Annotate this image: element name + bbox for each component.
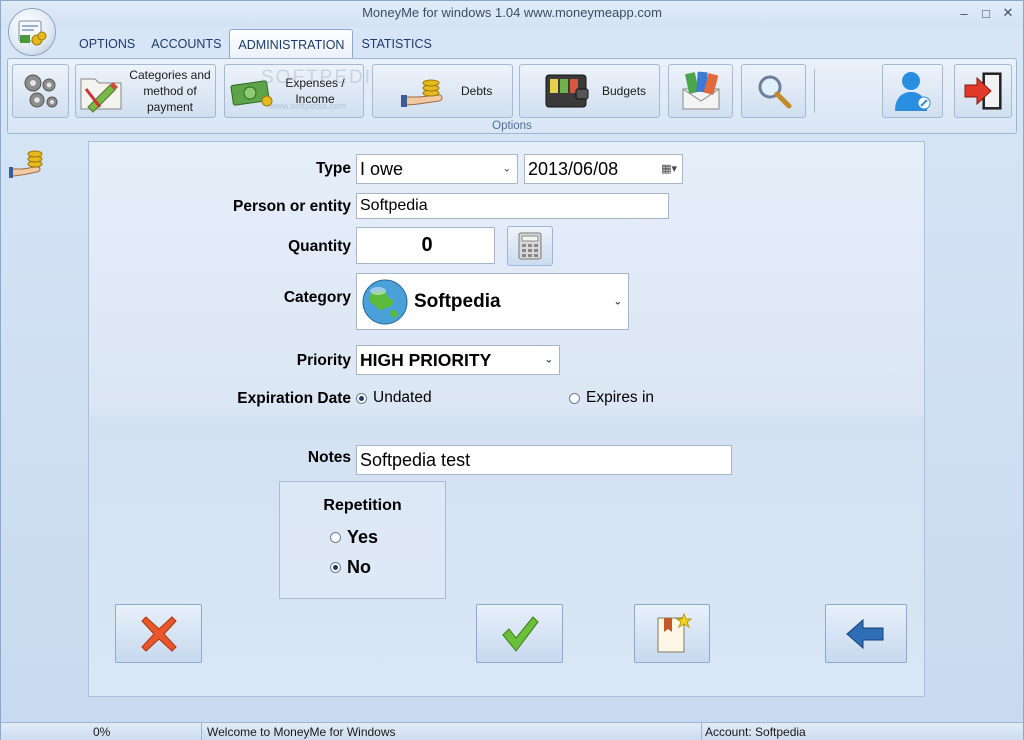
type-label: Type [315,160,351,177]
notes-input[interactable]: Softpedia test [356,445,732,475]
save-button[interactable] [476,604,563,663]
user-button[interactable] [882,64,943,118]
priority-select[interactable]: HIGH PRIORITY ⌄ [356,345,560,375]
app-menu-button[interactable] [8,8,56,56]
note-star-icon [657,612,692,652]
calculator-icon [518,232,542,260]
search-icon [758,75,791,109]
undated-label: Undated [373,389,432,406]
status-separator [201,723,202,740]
quantity-label: Quantity [288,238,351,255]
globe-icon [362,279,408,324]
expires-in-radio[interactable]: Expires in [569,389,654,407]
window-title: MoneyMe for windows 1.04 www.moneymeapp.… [362,5,662,20]
budgets-button[interactable]: Budgets [519,64,660,118]
chevron-down-icon: ⌄ [613,296,622,307]
expenses-income-label: Expenses / Income [285,76,345,106]
category-value: Softpedia [414,290,501,312]
tab-administration[interactable]: ADMINISTRATION [229,29,354,59]
tab-accounts[interactable]: ACCOUNTS [143,29,229,59]
cancel-button[interactable] [115,604,202,663]
category-select[interactable]: Softpedia ⌄ [356,273,629,330]
status-message: Welcome to MoneyMe for Windows [207,725,396,739]
repetition-no-label: No [347,557,371,577]
progress-text: 0% [93,725,111,739]
repetition-no-radio[interactable]: No [330,557,371,578]
ribbon-options: Categories and method of payment Expense… [7,58,1017,134]
type-value: I owe [360,158,404,179]
calculator-button[interactable] [507,226,553,266]
person-label: Person or entity [233,198,351,215]
status-account: Account: Softpedia [705,725,806,739]
app-logo-icon [18,20,47,46]
budgets-label: Budgets [602,84,647,98]
radio-selected-icon [356,392,367,404]
minimize-button[interactable]: ‒ [955,4,973,22]
chevron-down-icon: ⌄ [544,354,553,366]
close-button[interactable]: ✕ [999,4,1017,22]
ribbon-separator [814,69,815,113]
bills-envelope-icon [682,71,719,110]
quantity-input[interactable]: 0 [356,227,495,264]
debts-side-icon [9,147,53,186]
back-button[interactable] [825,604,907,663]
arrow-left-icon [846,618,884,649]
exit-button[interactable] [954,64,1012,118]
status-separator [701,723,702,740]
title-bar: MoneyMe for windows 1.04 www.moneymeapp.… [1,1,1023,27]
search-button[interactable] [741,64,806,118]
checkmark-icon [501,615,539,652]
priority-label: Priority [296,352,351,369]
settings-button[interactable] [12,64,69,118]
maximize-button[interactable]: □ [977,4,995,22]
undated-radio[interactable]: Undated [356,389,432,407]
expiration-label: Expiration Date [237,390,351,407]
ribbon-group-label: Options [492,120,532,132]
wallet-icon [545,74,589,108]
status-bar: 0% Welcome to MoneyMe for Windows Accoun… [1,722,1023,740]
gears-icon [24,74,57,108]
calendar-dropdown-icon[interactable]: ▦▾ [661,162,677,175]
money-icon [230,80,273,107]
exit-door-icon [964,72,1002,110]
priority-value: HIGH PRIORITY [360,349,492,370]
bills-button[interactable] [668,64,733,118]
new-note-button[interactable] [634,604,710,663]
date-picker[interactable]: 2013/06/08 ▦▾ [524,154,683,184]
tab-options[interactable]: OPTIONS [71,29,143,59]
expires-in-label: Expires in [586,389,655,406]
chevron-down-icon: ⌄ [502,163,511,175]
repetition-label: Repetition [323,497,402,514]
date-value: 2013/06/08 [528,158,619,179]
radio-empty-icon [330,532,341,543]
category-label: Category [283,289,351,306]
type-select[interactable]: I owe ⌄ [356,154,518,184]
repetition-yes-radio[interactable]: Yes [330,527,378,548]
categories-button[interactable]: Categories and method of payment [75,64,216,118]
debts-label: Debts [461,84,493,98]
app-window: MoneyMe for windows 1.04 www.moneymeapp.… [0,0,1024,740]
repetition-yes-label: Yes [347,527,379,547]
person-input[interactable]: Softpedia [356,193,669,219]
user-icon [894,72,930,111]
debts-button[interactable]: Debts [372,64,513,118]
radio-selected-icon [330,562,341,573]
cross-icon [140,615,177,652]
tab-statistics[interactable]: STATISTICS [353,29,439,59]
repetition-group: Repetition Yes No [279,481,446,599]
radio-empty-icon [569,392,580,404]
categories-label: Categories and method of payment [129,68,211,114]
expenses-income-button[interactable]: Expenses / Income SOFTPEDIA www.softpedi… [224,64,385,118]
main-tabs: OPTIONS ACCOUNTS ADMINISTRATION STATISTI… [71,29,440,59]
folder-pencil-icon [80,78,122,113]
notes-label: Notes [307,449,351,466]
hand-coins-icon [401,79,443,107]
